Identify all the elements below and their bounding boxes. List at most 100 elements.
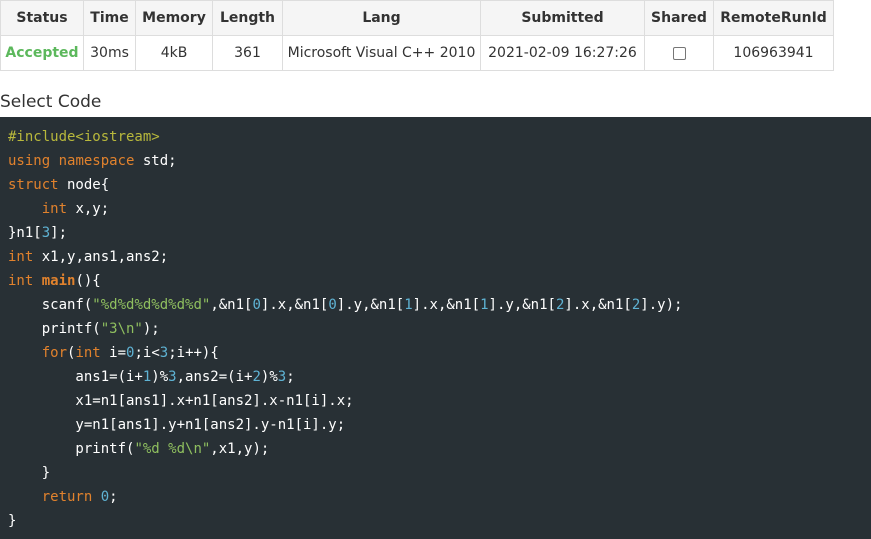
code-token: ans1=(i+ <box>8 369 143 385</box>
code-token: 0 <box>328 297 337 313</box>
code-token: }n1[ <box>8 225 42 241</box>
col-header-time: Time <box>83 0 136 36</box>
code-line: } <box>8 461 871 485</box>
col-header-memory: Memory <box>135 0 213 36</box>
code-token: (){ <box>75 273 101 289</box>
time-cell: 30ms <box>83 35 136 71</box>
code-token: ; <box>109 489 118 505</box>
code-token: i= <box>100 345 127 361</box>
code-token: printf( <box>8 321 101 337</box>
code-token: y=n1[ans1].y+n1[ans2].y-n1[i].y; <box>8 417 346 433</box>
code-line: x1=n1[ans1].x+n1[ans2].x-n1[i].x; <box>8 389 871 413</box>
table-header-row: Status Time Memory Length Lang Submitted… <box>0 0 834 36</box>
code-line: } <box>8 509 871 533</box>
code-token: ].x,&n1[ <box>260 297 329 313</box>
code-block[interactable]: #include<iostream> using namespace std; st… <box>0 117 871 539</box>
code-token: 3 <box>277 369 287 385</box>
select-code-label[interactable]: Select Code <box>0 92 101 112</box>
code-token: ;i< <box>134 345 160 361</box>
code-line: for(int i=0;i<3;i++){ <box>8 341 871 365</box>
code-token: x1,y,ans1,ans2; <box>33 249 169 265</box>
col-header-status: Status <box>0 0 84 36</box>
code-line: scanf("%d%d%d%d%d%d",&n1[0].x,&n1[0].y,&… <box>8 293 871 317</box>
code-token: using <box>8 153 51 169</box>
code-token: )% <box>260 369 278 385</box>
code-token: struct <box>8 177 59 193</box>
code-line: printf("%d %d\n",x1,y); <box>8 437 871 461</box>
code-token: ,&n1[ <box>210 297 253 313</box>
code-token: )% <box>151 369 169 385</box>
code-token: 3 <box>159 345 169 361</box>
length-cell: 361 <box>212 35 283 71</box>
submitted-cell: 2021-02-09 16:27:26 <box>480 35 645 71</box>
code-token: for <box>41 345 68 361</box>
code-line: struct node{ <box>8 173 871 197</box>
code-token: ].y,&n1[ <box>488 297 556 313</box>
code-token: #include<iostream> <box>8 129 160 145</box>
code-token: 1 <box>480 297 489 313</box>
code-token: ,x1,y); <box>210 441 270 457</box>
code-token: namespace <box>58 153 135 169</box>
code-token: node{ <box>58 177 110 193</box>
code-token: int <box>75 345 101 361</box>
shared-checkbox[interactable] <box>672 46 686 60</box>
code-token: ,ans2=(i+ <box>176 369 253 385</box>
code-token: x1=n1[ans1].x+n1[ans2].x-n1[i].x; <box>8 393 354 409</box>
code-line: printf("3\n"); <box>8 317 871 341</box>
code-token: ].y,&n1[ <box>336 297 405 313</box>
code-token: ;i++){ <box>168 345 219 361</box>
code-token: 3 <box>41 225 51 241</box>
code-token: "%d %d\n" <box>134 441 211 457</box>
code-token: } <box>8 465 51 481</box>
code-token: 0 <box>252 297 261 313</box>
code-line: return 0; <box>8 485 871 509</box>
col-header-length: Length <box>212 0 283 36</box>
code-token: main <box>41 273 76 289</box>
col-header-lang: Lang <box>282 0 481 36</box>
code-line: }n1[3]; <box>8 221 871 245</box>
code-token: ].x,&n1[ <box>412 297 481 313</box>
code-token: "3\n" <box>100 321 143 337</box>
code-token: ].y); <box>640 297 683 313</box>
code-token: int <box>8 249 34 265</box>
code-token: ].x,&n1[ <box>564 297 632 313</box>
table-row: Accepted 30ms 4kB 361 Microsoft Visual C… <box>0 35 834 71</box>
code-token: 3 <box>168 369 177 385</box>
lang-cell: Microsoft Visual C++ 2010 <box>282 35 481 71</box>
col-header-submitted: Submitted <box>480 0 645 36</box>
status-cell: Accepted <box>0 35 84 71</box>
submission-table: Status Time Memory Length Lang Submitted… <box>0 0 834 71</box>
code-token: ); <box>142 321 160 337</box>
code-token: printf( <box>8 441 135 457</box>
col-header-shared: Shared <box>644 0 714 36</box>
col-header-remote-run-id: RemoteRunId <box>713 0 834 36</box>
code-line: int x,y; <box>8 197 871 221</box>
code-line: using namespace std; <box>8 149 871 173</box>
memory-cell: 4kB <box>135 35 213 71</box>
code-token: x,y; <box>67 201 110 217</box>
code-token: } <box>8 513 17 529</box>
code-token: int <box>41 201 68 217</box>
code-token: int <box>8 273 34 289</box>
code-token: ; <box>286 369 295 385</box>
code-token: ]; <box>50 225 68 241</box>
code-token: 0 <box>100 489 110 505</box>
code-line: #include<iostream> <box>8 125 871 149</box>
code-token: "%d%d%d%d%d%d" <box>92 297 211 313</box>
code-token: scanf( <box>8 297 93 313</box>
shared-cell <box>644 35 714 71</box>
code-line: int main(){ <box>8 269 871 293</box>
code-line: y=n1[ans1].y+n1[ans2].y-n1[i].y; <box>8 413 871 437</box>
code-token: 1 <box>404 297 413 313</box>
code-line: ans1=(i+1)%3,ans2=(i+2)%3; <box>8 365 871 389</box>
code-token: std; <box>134 153 177 169</box>
code-token: 2 <box>252 369 261 385</box>
remote-run-id-cell: 106963941 <box>713 35 834 71</box>
code-line: int x1,y,ans1,ans2; <box>8 245 871 269</box>
